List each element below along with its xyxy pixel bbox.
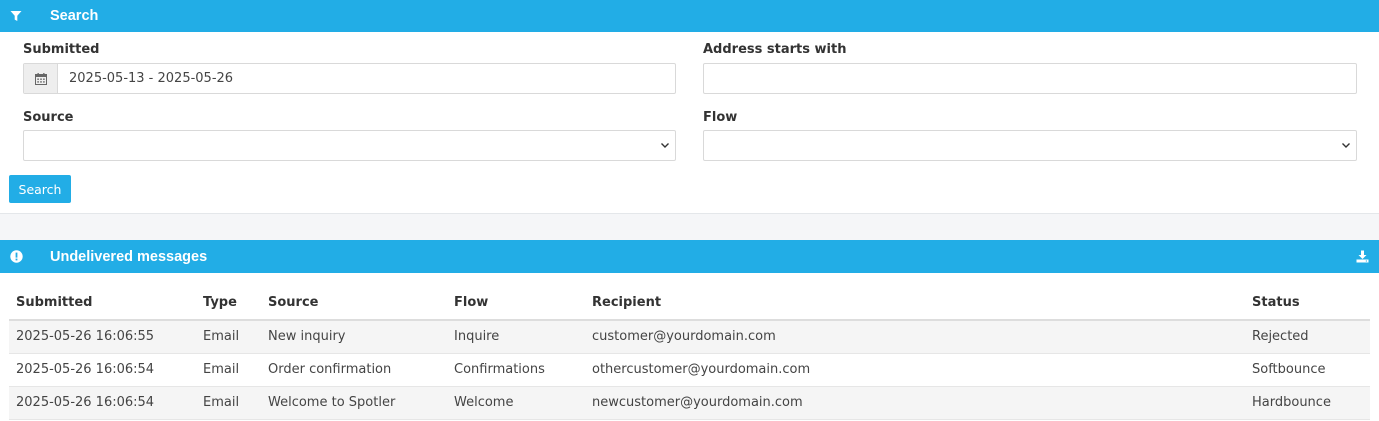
submitted-date-range-value: 2025-05-13 - 2025-05-26 [69,71,234,86]
table-row[interactable]: 2025-05-26 16:06:55 Email New inquiry In… [9,320,1370,354]
cell-type: Email [196,386,261,420]
column-header-source[interactable]: Source [261,286,447,321]
column-header-type[interactable]: Type [196,286,261,321]
info-circle-icon [0,241,32,273]
cell-submitted: 2025-05-26 16:06:55 [9,320,196,354]
panel-separator [0,213,1379,240]
search-panel-header[interactable]: Search [0,0,1379,32]
download-icon[interactable] [1351,240,1373,272]
chevron-down-icon [661,143,669,148]
cell-recipient: customer@yourdomain.com [585,320,1245,354]
cell-flow: Confirmations [447,353,585,387]
table-header-row: Submitted Type Source Flow Recipient Sta… [9,286,1370,321]
cell-status: Rejected [1245,320,1370,354]
address-label: Address starts with [703,42,847,57]
column-header-recipient[interactable]: Recipient [585,286,1245,321]
source-label: Source [23,110,74,125]
calendar-icon[interactable] [24,64,58,93]
flow-select[interactable] [703,130,1357,161]
submitted-date-range-input[interactable]: 2025-05-13 - 2025-05-26 [23,63,676,94]
address-starts-with-input[interactable] [703,63,1357,94]
source-select[interactable] [23,130,676,161]
cell-flow: Inquire [447,320,585,354]
cell-submitted: 2025-05-26 16:06:54 [9,386,196,420]
filter-icon [0,0,32,32]
column-header-flow[interactable]: Flow [447,286,585,321]
table-row[interactable]: 2025-05-26 16:06:54 Email Order confirma… [9,353,1370,387]
table-row[interactable]: 2025-05-26 16:06:54 Email Welcome to Spo… [9,386,1370,420]
undelivered-messages-table: Submitted Type Source Flow Recipient Sta… [9,286,1370,420]
cell-status: Softbounce [1245,353,1370,387]
chevron-down-icon [1342,143,1350,148]
results-panel-title: Undelivered messages [50,248,208,265]
cell-recipient: othercustomer@yourdomain.com [585,353,1245,387]
cell-status: Hardbounce [1245,386,1370,420]
column-header-status[interactable]: Status [1245,286,1370,321]
results-panel-header: Undelivered messages [0,240,1379,273]
search-panel-title: Search [50,8,99,24]
column-header-submitted[interactable]: Submitted [9,286,196,321]
cell-submitted: 2025-05-26 16:06:54 [9,353,196,387]
cell-source: Welcome to Spotler [261,386,447,420]
cell-source: Order confirmation [261,353,447,387]
cell-recipient: newcustomer@yourdomain.com [585,386,1245,420]
cell-flow: Welcome [447,386,585,420]
search-button[interactable]: Search [9,175,71,203]
submitted-label: Submitted [23,42,100,57]
cell-source: New inquiry [261,320,447,354]
cell-type: Email [196,320,261,354]
flow-label: Flow [703,110,738,125]
cell-type: Email [196,353,261,387]
